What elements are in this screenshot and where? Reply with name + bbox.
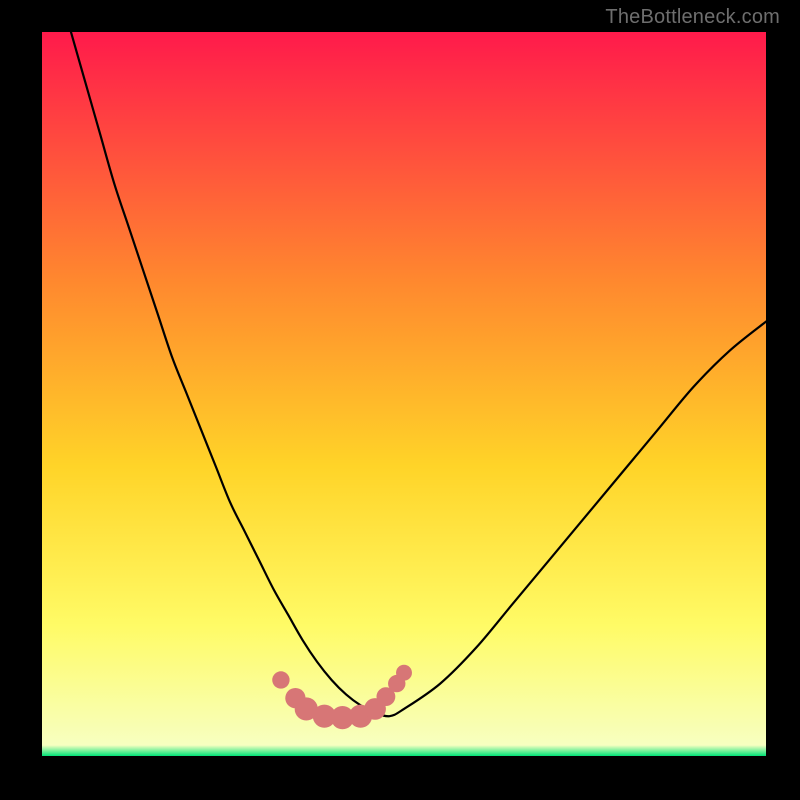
curve-marker [272,671,289,688]
curve-marker [396,665,412,681]
curve-markers [272,665,412,729]
chart-svg [42,32,766,756]
watermark-text: TheBottleneck.com [605,6,780,29]
chart-stage: TheBottleneck.com [0,0,800,800]
bottleneck-curve [71,32,766,716]
plot-area [42,32,766,756]
